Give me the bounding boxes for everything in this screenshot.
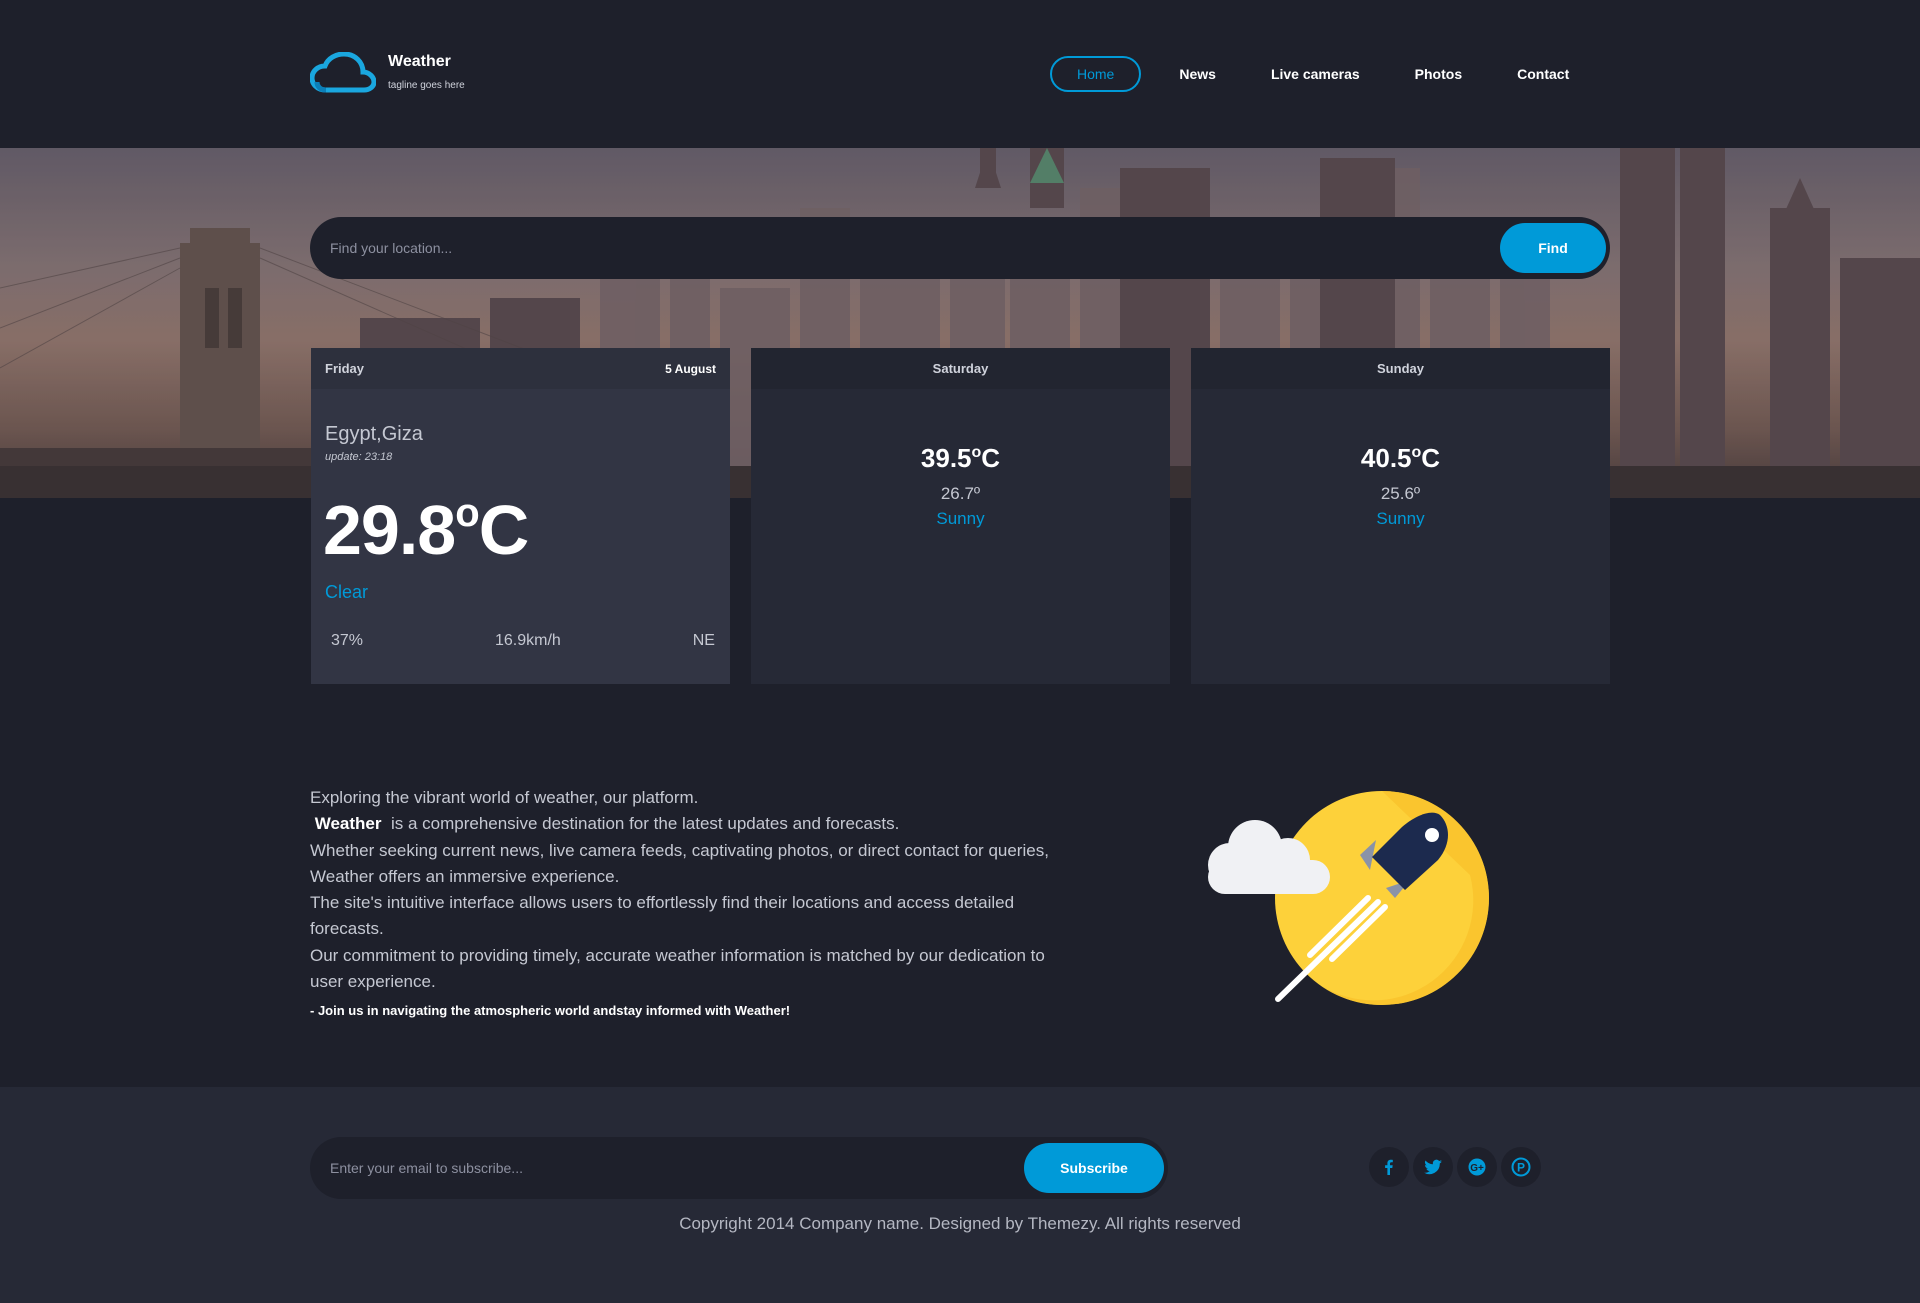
weather-stats: 37% 16.9km/h NE xyxy=(331,632,715,650)
degree-symbol: o xyxy=(455,491,479,535)
humidity-value: 37% xyxy=(331,632,364,649)
about-line: Whether seeking current news, live camer… xyxy=(310,840,1049,886)
facebook-icon[interactable] xyxy=(1369,1147,1409,1187)
forecast-high-temp: 39.5oC xyxy=(751,443,1170,474)
forecast-high-value: 40.5 xyxy=(1360,443,1412,473)
site-footer: Subscribe G+ P Copyright 2014 Company na… xyxy=(0,1087,1920,1303)
copyright-text: Copyright 2014 Company name. Designed by… xyxy=(679,1214,1241,1233)
forecast-low-temp: 25.6º xyxy=(1380,484,1421,503)
branding[interactable]: Weather tagline goes here xyxy=(310,52,465,94)
google-plus-icon[interactable]: G+ xyxy=(1457,1147,1497,1187)
location-search-input[interactable] xyxy=(330,217,1480,279)
nav-contact[interactable]: Contact xyxy=(1517,57,1569,91)
degree-symbol: o xyxy=(971,444,982,461)
subscribe-bar: Subscribe xyxy=(310,1137,1168,1199)
site-title: Weather xyxy=(388,53,451,70)
forecast-table: Friday 5 August Egypt,Giza update: 23:18… xyxy=(311,348,1610,684)
today-date: 5 August xyxy=(665,361,716,376)
nav-photos[interactable]: Photos xyxy=(1415,57,1462,91)
today-card-header: Friday 5 August xyxy=(311,348,730,389)
temperature-scale: C xyxy=(981,443,1001,473)
about-brand-word: Weather xyxy=(314,814,382,834)
today-forecast-card: Friday 5 August Egypt,Giza update: 23:18… xyxy=(311,348,730,684)
forecast-card-sunday: Sunday 40.5oC 25.6º Sunny xyxy=(1191,348,1610,684)
about-section: Exploring the vibrant world of weather, … xyxy=(310,785,1060,1021)
forecast-condition: Sunny xyxy=(1376,509,1425,528)
today-day: Friday xyxy=(325,361,365,376)
temperature-scale: C xyxy=(478,491,530,569)
social-links: G+ P xyxy=(1369,1147,1545,1187)
forecast-card-header: Saturday xyxy=(751,348,1170,389)
current-condition: Clear xyxy=(325,582,369,602)
about-line: Weather is a comprehensive destination f… xyxy=(310,811,1060,837)
forecast-card-header: Sunday xyxy=(1191,348,1610,389)
forecast-low-temp: 26.7º xyxy=(940,484,981,503)
forecast-card-saturday: Saturday 39.5oC 26.7º Sunny xyxy=(751,348,1170,684)
forecast-high-value: 39.5 xyxy=(920,443,972,473)
update-time: update: 23:18 xyxy=(325,451,393,463)
main-navigation: Home News Live cameras Photos Contact xyxy=(1050,56,1569,92)
subscribe-button[interactable]: Subscribe xyxy=(1024,1143,1164,1193)
wind-speed-value: 16.9km/h xyxy=(494,632,561,649)
site-tagline: tagline goes here xyxy=(388,80,465,91)
svg-text:P: P xyxy=(1517,1161,1525,1175)
nav-home[interactable]: Home xyxy=(1050,56,1142,92)
location-search-bar: Find xyxy=(310,217,1610,279)
current-temperature-value: 29.8 xyxy=(323,491,456,569)
nav-live-cameras[interactable]: Live cameras xyxy=(1271,57,1360,91)
join-message: - Join us in navigating the atmospheric … xyxy=(310,1003,791,1019)
site-header: Weather tagline goes here Home News Live… xyxy=(0,0,1920,148)
email-subscribe-input[interactable] xyxy=(330,1137,1030,1199)
find-button[interactable]: Find xyxy=(1500,223,1606,273)
nav-news[interactable]: News xyxy=(1179,57,1216,91)
about-line: Our commitment to providing timely, accu… xyxy=(310,945,1045,992)
forecast-high-temp: 40.5oC xyxy=(1191,443,1610,474)
about-line: The site's intuitive interface allows us… xyxy=(310,893,1015,939)
degree-symbol: o xyxy=(1411,444,1422,461)
current-temperature: 29.8oC xyxy=(323,490,530,570)
svg-text:G+: G+ xyxy=(1470,1163,1484,1174)
wind-direction-value: NE xyxy=(692,632,715,649)
twitter-icon[interactable] xyxy=(1413,1147,1453,1187)
about-line-text: is a comprehensive destination for the l… xyxy=(390,814,900,834)
temperature-scale: C xyxy=(1421,443,1441,473)
cloud-icon xyxy=(310,52,376,93)
location-name: Egypt,Giza xyxy=(325,423,423,445)
pinterest-icon[interactable]: P xyxy=(1501,1147,1541,1187)
rocket-sun-illustration xyxy=(1208,791,1489,1005)
forecast-day: Sunday xyxy=(1377,361,1424,376)
forecast-card-body: 40.5oC 25.6º Sunny xyxy=(1191,443,1610,529)
forecast-day: Saturday xyxy=(932,361,989,376)
forecast-condition: Sunny xyxy=(936,509,985,528)
forecast-card-body: 39.5oC 26.7º Sunny xyxy=(751,443,1170,529)
about-line: Exploring the vibrant world of weather, … xyxy=(310,788,699,807)
